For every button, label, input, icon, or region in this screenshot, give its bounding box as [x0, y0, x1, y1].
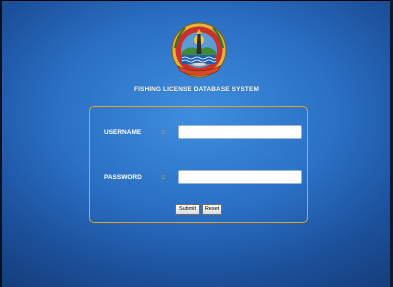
password-separator: ::	[161, 174, 166, 181]
fisheries-emblem-icon	[170, 20, 228, 80]
username-label: USERNAME	[104, 129, 142, 136]
password-input[interactable]	[178, 170, 302, 184]
window-top-edge	[0, 0, 393, 1]
password-label: PASSWORD	[104, 174, 142, 181]
username-input[interactable]	[178, 125, 302, 139]
system-title: FISHING LICENSE DATABASE SYSTEM	[134, 86, 259, 93]
window-left-edge	[0, 0, 2, 287]
username-separator: ::	[161, 129, 166, 136]
submit-button[interactable]: Submit	[175, 204, 200, 215]
reset-button[interactable]: Reset	[202, 204, 222, 215]
